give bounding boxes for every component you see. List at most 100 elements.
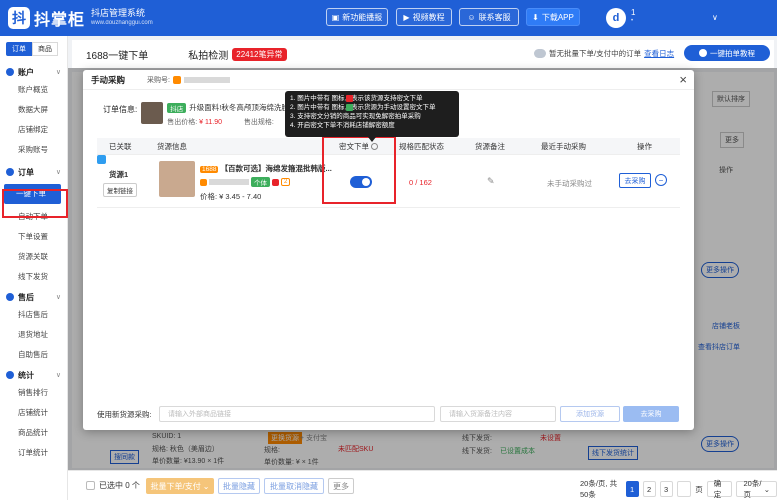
download-app-button[interactable]: ⬇ 下载APP: [526, 8, 580, 26]
sidebar-item-offline-ship[interactable]: 线下发货: [0, 267, 67, 287]
new-features-button[interactable]: ▣ 新功能播报: [326, 8, 388, 26]
account-icon: [6, 68, 14, 76]
user-sub: •: [631, 18, 634, 24]
modal-footer: 使用新货源采购: 请输入外部商品链接 请输入货源备注内容 添加货源 去采购: [97, 406, 680, 422]
sidebar-item-account-overview[interactable]: 账户概览: [0, 80, 67, 100]
level-tag: 2: [281, 178, 291, 186]
source-title-row[interactable]: 1688 【百款可选】海绵发箍混批韩版...: [200, 163, 332, 174]
chevron-down-icon: ⌄: [202, 481, 210, 491]
col-spec-match: 规格匹配状态: [399, 141, 444, 151]
chevron-down-icon: ⌄: [763, 484, 770, 494]
sidebar-group-aftersale[interactable]: 售后 ∨: [0, 289, 67, 305]
purchase-button[interactable]: 去采购: [619, 173, 651, 188]
video-tutorial-label: 视频教程: [412, 12, 445, 22]
tooltip-line-1-text: 1. 图片中带有 图标，表示该货源支持密文下单: [290, 95, 423, 102]
sidebar: 订单 商品 账户 ∨ 账户概览 数据大屏 店铺绑定 采购账号 订单 ∨ 一键下单…: [0, 36, 68, 500]
chevron-down-icon: ∨: [55, 294, 61, 301]
sidebar-item-order-stats[interactable]: 订单统计: [0, 443, 67, 463]
avatar[interactable]: d: [606, 8, 626, 28]
new-features-label: 新功能播报: [342, 12, 383, 22]
highlight-box-sidebar: [2, 189, 68, 218]
logo[interactable]: 抖 抖掌柜 抖店管理系统 www.douzhanggui.com: [8, 6, 153, 30]
cipher-red-icon: [346, 95, 353, 102]
sidebar-group-account[interactable]: 账户 ∨: [0, 64, 67, 80]
tab-orders[interactable]: 订单: [6, 42, 32, 56]
order-details: 抖店 升级面料!秋冬高颅顶海绵洗脸 售出价格: ¥ 11.90 售出规格:: [167, 102, 289, 127]
page-size-select[interactable]: 20条/页 ⌄: [736, 479, 777, 499]
col-last-purchase: 最近手动采购: [541, 141, 586, 151]
sidebar-item-sales-rank[interactable]: 销售排行: [0, 383, 67, 403]
app-header: 抖 抖掌柜 抖店管理系统 www.douzhanggui.com ▣ 新功能播报…: [0, 0, 777, 36]
chevron-down-icon: ∨: [55, 372, 61, 379]
sidebar-item-return-address[interactable]: 退货地址: [0, 325, 67, 345]
guide-label: 一键拍单教程: [710, 48, 755, 58]
status-badge: 22412笔异常: [232, 47, 287, 61]
order-spec-label: 售出规格:: [243, 119, 274, 126]
user-info[interactable]: 1 •: [631, 8, 635, 26]
last-purchase-text: 未手动采购过: [547, 179, 592, 188]
tooltip-line-2: 2. 图片中带有 图标，表示货源为手动设置密文下单: [290, 103, 454, 112]
sidebar-group-orders[interactable]: 订单 ∨: [0, 164, 67, 180]
page-1[interactable]: 1: [625, 481, 639, 497]
chevron-down-icon[interactable]: ∨: [712, 13, 718, 22]
batch-pay-label: 批量下单/支付: [150, 481, 201, 491]
sidebar-group-stats[interactable]: 统计 ∨: [0, 367, 67, 383]
select-all-checkbox[interactable]: [86, 481, 95, 490]
page-jump-input[interactable]: [676, 481, 692, 497]
close-icon[interactable]: ×: [679, 72, 687, 87]
page-title[interactable]: 1688一键下单: [86, 47, 148, 62]
sidebar-item-data-screen[interactable]: 数据大屏: [0, 100, 67, 120]
confirm-button[interactable]: 确定: [706, 479, 733, 499]
order-thumbnail: [141, 102, 164, 124]
source-thumbnail: [159, 161, 195, 197]
highlight-box-cipher: [322, 136, 396, 204]
sidebar-item-shop-stats[interactable]: 店铺统计: [0, 403, 67, 423]
orders-icon: [6, 168, 14, 176]
modal-title: 手动采购: [91, 74, 126, 85]
group-label: 账户: [18, 67, 34, 77]
source-price: 价格: ¥ 3.45 - 7.40: [200, 192, 262, 201]
new-source-label: 使用新货源采购:: [97, 409, 152, 419]
guide-button[interactable]: 一键拍单教程: [684, 45, 770, 61]
page-3[interactable]: 3: [659, 481, 673, 497]
cloud-icon: [534, 49, 546, 58]
account-value: [183, 76, 230, 83]
sidebar-item-order-settings[interactable]: 下单设置: [0, 227, 67, 247]
go-purchase-button[interactable]: 去采购: [623, 406, 679, 422]
video-icon: ▶: [403, 12, 410, 22]
chevron-down-icon: ∨: [55, 69, 61, 76]
external-link-input[interactable]: 请输入外部商品链接: [159, 406, 435, 422]
tab-products[interactable]: 商品: [32, 42, 58, 56]
page-label: 页: [695, 484, 703, 494]
contact-support-button[interactable]: ☺ 联系客服: [459, 8, 519, 26]
source-remark-input[interactable]: 请输入货源备注内容: [440, 406, 556, 422]
sidebar-item-product-stats[interactable]: 商品统计: [0, 423, 67, 443]
copy-link-button[interactable]: 复制链接: [103, 183, 137, 197]
logo-mark: 抖: [8, 7, 30, 29]
add-source-button[interactable]: 添加货源: [560, 406, 620, 422]
more-button[interactable]: 更多: [328, 478, 354, 494]
view-log-link[interactable]: 查看日志: [644, 48, 674, 59]
tooltip: 1. 图片中带有 图标，表示该货源支持密文下单 2. 图片中带有 图标，表示货源…: [285, 91, 459, 137]
batch-order-pay-button[interactable]: 批量下单/支付 ⌄: [146, 478, 214, 494]
sidebar-item-shop-binding[interactable]: 店铺绑定: [0, 120, 67, 140]
batch-unhide-button[interactable]: 批量取消隐藏: [264, 478, 324, 494]
account-label: 采购号:: [147, 76, 170, 84]
edit-remark-icon[interactable]: ✎: [487, 176, 495, 187]
download-icon: ⬇: [532, 12, 539, 22]
modal-header: 手动采购 采购号: ×: [83, 70, 694, 90]
batch-hide-button[interactable]: 批量隐藏: [218, 478, 260, 494]
sidebar-item-douyin-aftersale[interactable]: 抖店售后: [0, 305, 67, 325]
sidebar-item-source-link[interactable]: 货源关联: [0, 247, 67, 267]
page-topbar: 1688一键下单 私拍检测 22412笔异常 暂无批量下单/支付中的订单 查看日…: [72, 40, 774, 68]
page-2[interactable]: 2: [642, 481, 656, 497]
chevron-down-icon: ∨: [55, 169, 61, 176]
sidebar-item-self-aftersale[interactable]: 自助售后: [0, 345, 67, 365]
video-tutorial-button[interactable]: ▶ 视频教程: [396, 8, 452, 26]
tab-private-check[interactable]: 私拍检测: [188, 47, 228, 62]
play-icon: [699, 49, 707, 57]
source-label: 货源1: [109, 170, 129, 179]
sidebar-item-purchase-account[interactable]: 采购账号: [0, 140, 67, 160]
tooltip-line-2-text: 2. 图片中带有 图标，表示货源为手动设置密文下单: [290, 104, 436, 111]
minus-icon[interactable]: −: [655, 174, 667, 186]
